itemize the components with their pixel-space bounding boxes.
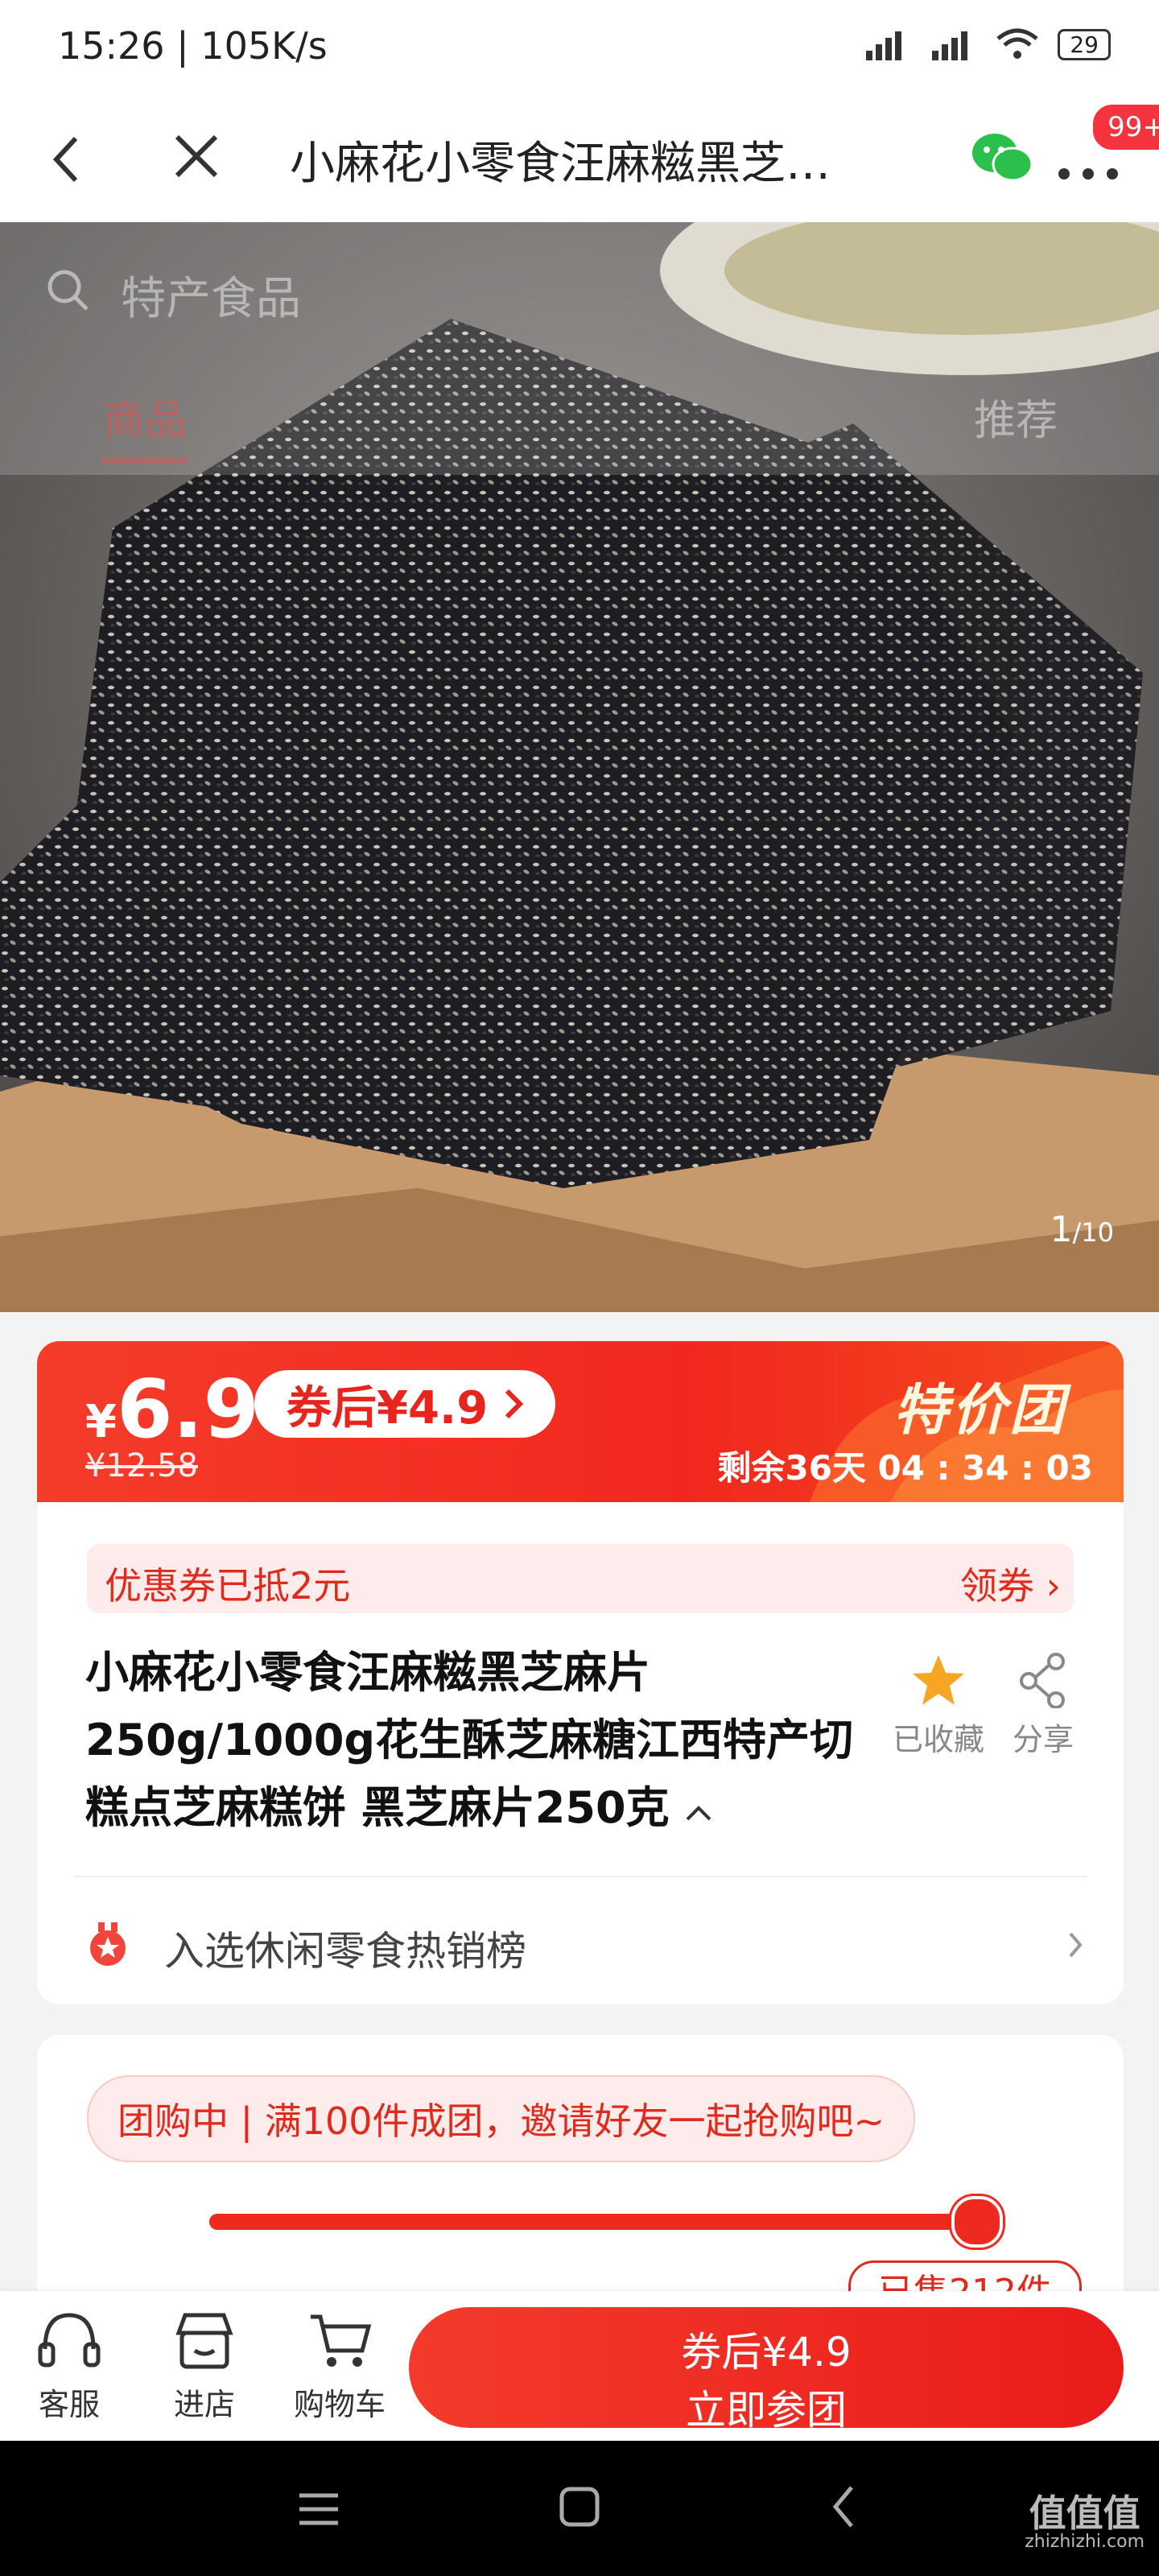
current-price: ¥6.9 (85, 1362, 259, 1456)
system-nav-bar: 值值值 zhizhizhi.com (0, 2441, 1159, 2576)
watermark: 值值值 zhizhizhi.com (1025, 2494, 1145, 2552)
search-placeholder[interactable]: 特产食品 (121, 262, 301, 328)
progress-fill (209, 2214, 974, 2230)
tab-indicator (101, 457, 188, 463)
price-banner: ¥6.9 ¥12.58 券后¥4.9 特价团 剩余36天 04 : 34 : 0… (37, 1341, 1124, 1502)
close-icon[interactable] (174, 134, 219, 179)
cta-price: 券后¥4.9 (681, 2329, 852, 2376)
status-bar: 15:26 | 105K/s 29 (0, 0, 1159, 100)
flame-knob-icon (951, 2196, 1003, 2248)
medal-icon (90, 1922, 126, 1966)
wechat-icon[interactable] (971, 129, 1035, 185)
deal-title: 特价团 (893, 1379, 1067, 1443)
chevron-right-icon (1069, 1932, 1083, 1958)
share-button[interactable]: 分享 (1003, 1652, 1083, 1759)
menu-icon[interactable] (296, 2491, 341, 2528)
back-nav-icon[interactable] (831, 2484, 856, 2529)
currency-symbol: ¥ (85, 1396, 117, 1448)
product-title-text: 小麻花小零食汪麻糍黑芝麻片250g/1000g花生酥芝麻糖江西特产切糕点芝麻糕饼… (85, 1647, 854, 1833)
group-buy-banner: 团购中 | 满100件成团，邀请好友一起抢购吧~ (87, 2075, 916, 2162)
notification-badge: 99+ (1090, 101, 1159, 153)
customer-service-button[interactable]: 客服 (13, 2309, 126, 2424)
cart-button[interactable]: 购物车 (283, 2309, 396, 2424)
headset-icon (38, 2313, 101, 2368)
cart-icon (311, 2314, 372, 2367)
original-price: ¥12.58 (85, 1447, 198, 1484)
product-image[interactable]: 特产食品 商品 推荐 1/10 (0, 222, 1159, 1312)
store-label: 进店 (173, 2387, 235, 2422)
divider (74, 1876, 1087, 1877)
status-indicators: 29 (863, 27, 1111, 61)
product-title: 小麻花小零食汪麻糍黑芝麻片250g/1000g花生酥芝麻糖江西特产切糕点芝麻糕饼… (85, 1639, 874, 1842)
hot-rank-text: 入选休闲零食热销榜 (164, 1928, 526, 1975)
price-value: 6.9 (116, 1362, 260, 1456)
bottom-action-bar: 客服 进店 购物车 券后¥4.9 立即参团 (0, 2291, 1159, 2441)
status-time: 15:26 | 105K/s (58, 24, 328, 68)
star-icon (913, 1655, 964, 1705)
store-icon (175, 2313, 233, 2369)
counter-total: /10 (1072, 1217, 1115, 1248)
share-label: 分享 (1012, 1722, 1074, 1757)
signal-icon (866, 31, 902, 60)
join-group-button[interactable]: 券后¥4.9 立即参团 (409, 2307, 1124, 2434)
battery-icon: 29 (1058, 28, 1111, 60)
hot-rank-row[interactable]: 入选休闲零食热销榜 (85, 1913, 1083, 1977)
service-label: 客服 (38, 2387, 100, 2422)
tab-recommend[interactable]: 推荐 (974, 386, 1058, 447)
image-counter: 1/10 (1050, 1209, 1115, 1250)
coupon-bar[interactable]: 优惠券已抵2元 领券 › (87, 1544, 1074, 1613)
share-icon (1020, 1653, 1065, 1708)
cart-label: 购物车 (293, 2387, 386, 2422)
chevron-right-icon (505, 1389, 524, 1419)
coupon-price-button[interactable]: 券后¥4.9 (254, 1370, 556, 1438)
tab-goods[interactable]: 商品 (103, 386, 187, 447)
coupon-price-label: 券后¥4.9 (287, 1381, 489, 1435)
coupon-applied-text: 优惠券已抵2元 (105, 1564, 351, 1608)
claim-coupon-link[interactable]: 领券 › (960, 1557, 1061, 1610)
countdown-time: 04 : 34 : 03 (877, 1448, 1093, 1488)
countdown: 剩余36天 04 : 34 : 03 (718, 1441, 1094, 1490)
store-button[interactable]: 进店 (148, 2309, 261, 2424)
cta-label: 立即参团 (686, 2387, 847, 2434)
watermark-text: 值值值 (1029, 2491, 1140, 2535)
chevron-up-icon[interactable] (684, 1803, 713, 1823)
wifi-icon (996, 28, 1038, 59)
home-icon[interactable] (559, 2486, 600, 2528)
more-icon[interactable] (1056, 166, 1120, 182)
favorite-button[interactable]: 已收藏 (890, 1652, 987, 1759)
back-icon[interactable] (50, 134, 82, 185)
signal-icon (932, 31, 968, 60)
counter-current: 1 (1050, 1209, 1073, 1250)
group-progress-bar (209, 2196, 1003, 2248)
page-title: 小麻花小零食汪麻糍黑芝… (290, 138, 831, 190)
countdown-label: 剩余36天 (717, 1448, 866, 1488)
product-info-card: 优惠券已抵2元 领券 › 小麻花小零食汪麻糍黑芝麻片250g/1000g花生酥芝… (37, 1502, 1124, 2004)
favorite-label: 已收藏 (892, 1722, 984, 1757)
watermark-sub: zhizhizhi.com (1025, 2532, 1145, 2552)
search-icon[interactable] (45, 267, 90, 312)
